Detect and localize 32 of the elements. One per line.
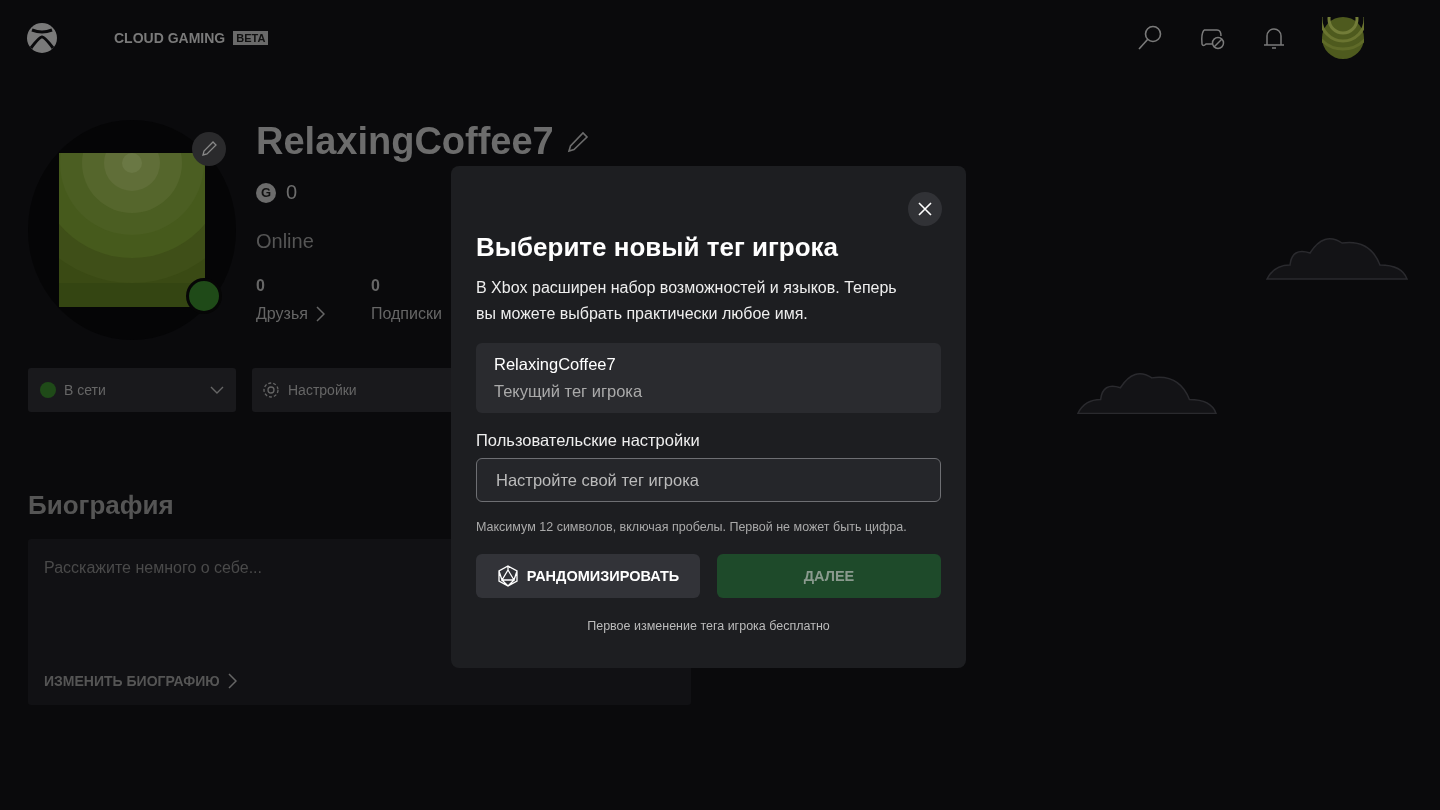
field-label: Пользовательские настройки	[476, 431, 701, 450]
gamertag-title: RelaxingCoffee7	[256, 120, 554, 163]
chevron-icon	[315, 306, 325, 322]
stat-count: 0	[256, 277, 266, 295]
pencil-icon	[200, 140, 218, 158]
xbox-logo-icon[interactable]	[26, 22, 58, 54]
dialog-description: В Xbox расширен набор возможностей и языков. Теперь вы можете выбрать практически любое имя.	[476, 278, 898, 324]
edit-bio-link[interactable]: ИЗМЕНИТЬ БИОГРАФИЮ	[44, 673, 237, 689]
stat-count: 0	[370, 277, 381, 295]
status-dot	[40, 382, 56, 398]
status-dropdown[interactable]: В сети	[28, 368, 236, 412]
settings-icon	[262, 381, 280, 399]
dialog-title: Выберите новый тег игрока	[476, 232, 840, 263]
gamerscore-icon: G	[256, 182, 276, 203]
gamerscore-value: 0	[286, 181, 298, 204]
beta-badge: BETA	[233, 31, 269, 45]
pencil-icon[interactable]	[565, 129, 590, 154]
close-icon	[918, 202, 932, 216]
stat-link[interactable]: Друзья	[256, 305, 308, 323]
stat-link[interactable]: Подписки	[370, 305, 442, 323]
dice-icon	[496, 565, 519, 587]
randomize-button[interactable]: РАНДОМИЗИРОВАТЬ	[476, 554, 700, 598]
chevron-down-icon	[210, 386, 224, 394]
gamertag-input[interactable]: Настройте свой тег игрока	[476, 458, 941, 502]
search-icon[interactable]	[1136, 24, 1164, 52]
edit-picture-button[interactable]	[192, 132, 226, 166]
close-button[interactable]	[908, 192, 942, 226]
chevron-icon	[227, 673, 237, 689]
brand-title: CLOUD GAMING	[114, 30, 226, 46]
bio-heading: Биография	[28, 490, 175, 521]
presence-text: Online	[256, 230, 314, 253]
hint-text: Максимум 12 символов, включая пробелы. Первой не может быть цифра.	[476, 520, 908, 534]
